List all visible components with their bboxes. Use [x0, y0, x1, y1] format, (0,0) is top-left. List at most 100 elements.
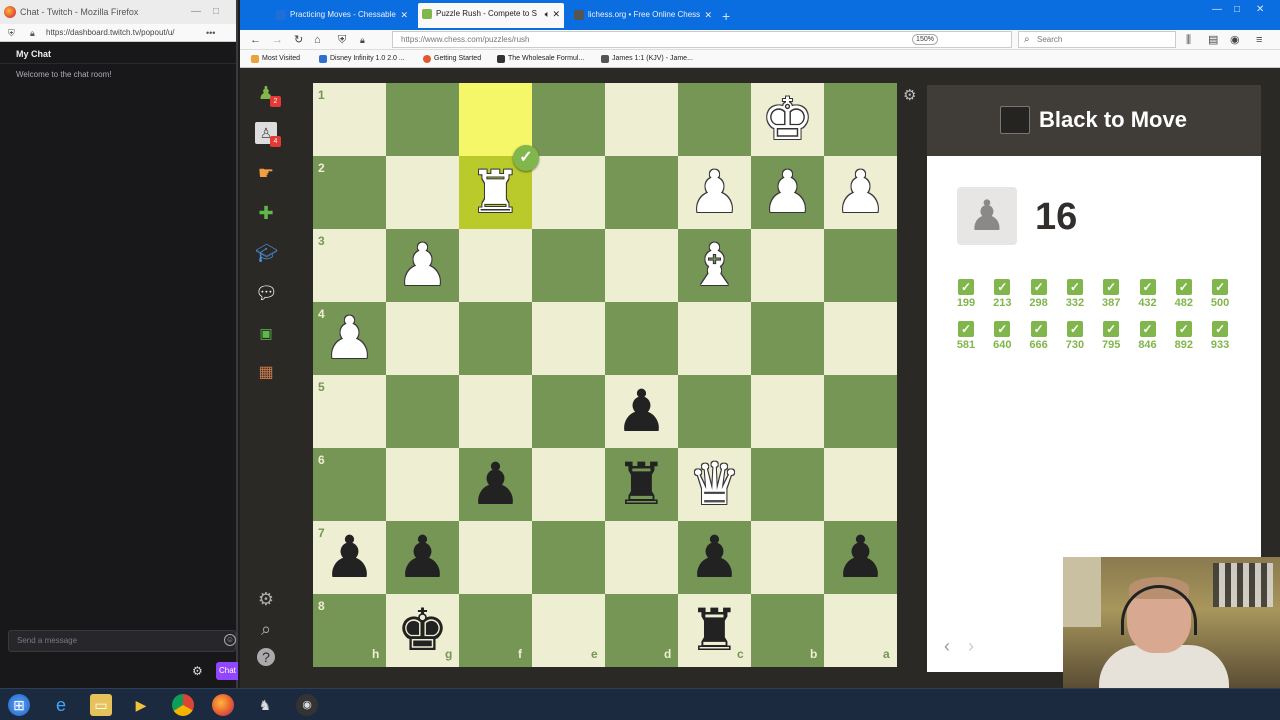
piece-c7[interactable]: ♟: [678, 521, 751, 594]
close-tab-icon[interactable]: ✕: [552, 3, 560, 25]
piece-g8[interactable]: ♚: [386, 594, 459, 667]
nav-help-icon[interactable]: ?: [257, 648, 275, 666]
square-e4[interactable]: [532, 302, 605, 375]
account-icon[interactable]: ◉: [1230, 33, 1240, 47]
piece-c3[interactable]: ♝: [678, 229, 751, 302]
nav-learn-icon[interactable]: ☛: [255, 162, 277, 184]
square-c5[interactable]: [678, 375, 751, 448]
puzzle-result[interactable]: ✓ 332: [1059, 279, 1091, 309]
square-d3[interactable]: [605, 229, 678, 302]
app-icon[interactable]: ♞: [254, 694, 276, 716]
media-player-icon[interactable]: ▶: [130, 694, 152, 716]
maximize-icon[interactable]: □: [1234, 4, 1240, 15]
puzzle-result[interactable]: ✓ 846: [1132, 321, 1164, 351]
chat-settings-gear-icon[interactable]: ⚙: [192, 664, 203, 678]
twitch-urlbar[interactable]: ⛨ 🔒︎ https://dashboard.twitch.tv/popout/…: [0, 24, 236, 42]
square-e5[interactable]: [532, 375, 605, 448]
puzzle-result[interactable]: ✓ 432: [1132, 279, 1164, 309]
piece-c6[interactable]: ♛: [678, 448, 751, 521]
square-b6[interactable]: [751, 448, 824, 521]
search-input[interactable]: ⌕ Search: [1018, 31, 1176, 48]
piece-g3[interactable]: ♟: [386, 229, 459, 302]
square-d7[interactable]: [605, 521, 678, 594]
square-e3[interactable]: [532, 229, 605, 302]
puzzle-result[interactable]: ✓ 482: [1168, 279, 1200, 309]
tab-puzzle-rush[interactable]: Puzzle Rush - Compete to S 🔈︎ ✕: [418, 3, 564, 28]
obs-icon[interactable]: ◉: [296, 694, 318, 716]
square-e6[interactable]: [532, 448, 605, 521]
back-icon[interactable]: ←: [250, 33, 261, 47]
puzzle-result[interactable]: ✓ 387: [1095, 279, 1127, 309]
square-e1[interactable]: [532, 83, 605, 156]
bookmark-disney[interactable]: Disney Infinity 1.0 2.0 ...: [318, 50, 405, 68]
square-b4[interactable]: [751, 302, 824, 375]
close-tab-icon[interactable]: ✕: [704, 4, 712, 26]
nav-board-icon[interactable]: ▦: [255, 362, 277, 384]
nav-chat-icon[interactable]: 💬︎: [255, 282, 278, 304]
chevron-left-icon[interactable]: ‹: [944, 636, 950, 657]
bookmark-wholesale[interactable]: The Wholesale Formul...: [496, 50, 584, 68]
puzzle-result[interactable]: ✓ 298: [1023, 279, 1055, 309]
library-icon[interactable]: ⫼: [1186, 33, 1191, 47]
puzzle-result[interactable]: ✓ 892: [1168, 321, 1200, 351]
nav-settings-gear-icon[interactable]: ⚙: [255, 588, 277, 610]
square-f4[interactable]: [459, 302, 532, 375]
square-c1[interactable]: [678, 83, 751, 156]
forward-icon[interactable]: →: [272, 33, 283, 47]
maximize-icon[interactable]: □: [206, 0, 226, 24]
bookmark-getting-started[interactable]: Getting Started: [422, 50, 481, 68]
chess-board[interactable]: 1 2 3 4 5 6 7 8 h g f e d c b a ♚ ♜ ♟ ♟ ♟ ♟ ♝ ♟ ♟ ♟ ♜ ♛ ♟ ♟ ♟ ♟ ♚ ♜: [313, 83, 897, 667]
piece-c8[interactable]: ♜: [678, 594, 751, 667]
ie-icon[interactable]: e: [50, 694, 72, 716]
square-f3[interactable]: [459, 229, 532, 302]
tab-chessable[interactable]: Practicing Moves - Chessable ✕: [272, 4, 412, 26]
square-b7[interactable]: [751, 521, 824, 594]
square-d4[interactable]: [605, 302, 678, 375]
square-a3[interactable]: [824, 229, 897, 302]
piece-h4[interactable]: ♟: [313, 302, 386, 375]
square-g6[interactable]: [386, 448, 459, 521]
square-e2[interactable]: [532, 156, 605, 229]
puzzle-result[interactable]: ✓ 581: [950, 321, 982, 351]
piece-f6[interactable]: ♟: [459, 448, 532, 521]
board-settings-gear-icon[interactable]: ⚙: [903, 86, 916, 104]
tab-lichess[interactable]: lichess.org • Free Online Chess ✕: [570, 4, 716, 26]
square-a1[interactable]: [824, 83, 897, 156]
menu-icon[interactable]: ≡: [1256, 33, 1262, 47]
explorer-folder-icon[interactable]: ▭: [90, 694, 112, 716]
square-b5[interactable]: [751, 375, 824, 448]
bookmark-james[interactable]: James 1:1 (KJV) - Jame...: [600, 50, 693, 68]
square-g2[interactable]: [386, 156, 459, 229]
piece-b2[interactable]: ♟: [751, 156, 824, 229]
puzzle-result[interactable]: ✓ 795: [1095, 321, 1127, 351]
start-button-icon[interactable]: ⊞: [8, 694, 30, 716]
chrome-icon[interactable]: [172, 694, 194, 716]
new-tab-icon[interactable]: +: [722, 8, 730, 24]
square-f5[interactable]: [459, 375, 532, 448]
piece-c2[interactable]: ♟: [678, 156, 751, 229]
piece-d5[interactable]: ♟: [605, 375, 678, 448]
nav-puzzle-piece-icon[interactable]: ✚: [255, 202, 277, 224]
square-g4[interactable]: [386, 302, 459, 375]
puzzle-result[interactable]: ✓ 933: [1204, 321, 1236, 351]
puzzle-result[interactable]: ✓ 666: [1023, 321, 1055, 351]
square-a6[interactable]: [824, 448, 897, 521]
close-tab-icon[interactable]: ✕: [400, 4, 408, 26]
piece-b1[interactable]: ♚: [751, 83, 824, 156]
chevron-right-icon[interactable]: ›: [968, 636, 974, 657]
emote-picker-icon[interactable]: ☺: [224, 634, 236, 646]
square-d1[interactable]: [605, 83, 678, 156]
piece-a2[interactable]: ♟: [824, 156, 897, 229]
piece-d6[interactable]: ♜: [605, 448, 678, 521]
puzzle-result[interactable]: ✓ 199: [950, 279, 982, 309]
puzzle-result[interactable]: ✓ 500: [1204, 279, 1236, 309]
square-g1[interactable]: [386, 83, 459, 156]
piece-a7[interactable]: ♟: [824, 521, 897, 594]
nav-lessons-icon[interactable]: 🎓︎: [255, 242, 278, 264]
square-b3[interactable]: [751, 229, 824, 302]
nav-search-icon[interactable]: ⌕: [255, 618, 277, 640]
chat-send-button[interactable]: Chat: [216, 662, 238, 680]
reload-icon[interactable]: ↻: [294, 33, 303, 47]
puzzle-result[interactable]: ✓ 640: [986, 321, 1018, 351]
firefox-taskbar-icon[interactable]: [212, 694, 234, 716]
